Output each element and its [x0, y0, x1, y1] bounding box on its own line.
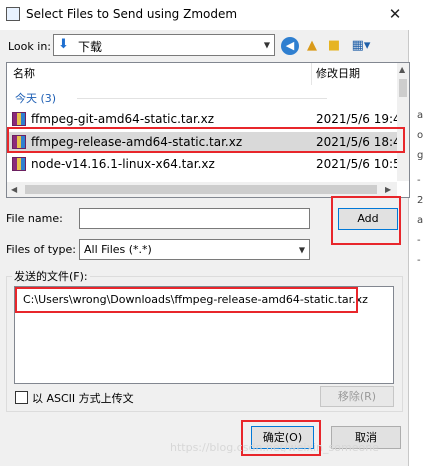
vertical-scroll-thumb[interactable] — [399, 79, 407, 97]
download-arrow-icon: ⬇ — [58, 37, 69, 52]
file-name: ffmpeg-git-amd64-static.tar.xz — [31, 112, 215, 126]
zmodem-dialog: Select Files to Send using Zmodem ✕ Look… — [0, 0, 410, 466]
ascii-checkbox[interactable] — [15, 391, 28, 404]
background-text: a — [417, 110, 424, 121]
background-text: - — [417, 235, 421, 246]
file-date: 2021/5/6 19:4 — [316, 112, 401, 126]
group-divider — [77, 98, 327, 99]
group-header-today[interactable]: 今天 (3) — [15, 90, 56, 106]
file-name-label: File name: — [6, 212, 63, 225]
column-header-name[interactable]: 名称 — [13, 63, 35, 85]
send-file-item[interactable]: C:\Users\wrong\Downloads\ffmpeg-release-… — [23, 293, 368, 306]
file-name: node-v14.16.1-linux-x64.tar.xz — [31, 157, 215, 171]
file-name-input[interactable] — [79, 208, 310, 229]
look-in-label: Look in: — [8, 40, 51, 53]
send-files-title: 发送的文件(F): — [12, 268, 90, 284]
column-header-date[interactable]: 修改日期 — [316, 63, 360, 85]
file-type-label: Files of type: — [6, 243, 77, 256]
chevron-down-icon: ▼ — [298, 245, 305, 254]
close-icon[interactable]: ✕ — [386, 5, 404, 23]
background-text: g — [417, 150, 424, 161]
background-window-strip — [410, 0, 425, 466]
background-text: 2 — [417, 195, 424, 206]
send-files-list[interactable]: C:\Users\wrong\Downloads\ffmpeg-release-… — [14, 286, 394, 384]
file-type-select[interactable]: All Files (*.*) ▼ — [79, 239, 310, 260]
ascii-checkbox-label[interactable]: 以 ASCII 方式上传文 — [32, 390, 134, 406]
archive-icon — [12, 157, 26, 171]
archive-icon — [12, 112, 26, 126]
up-folder-icon[interactable]: ▲ — [303, 37, 321, 55]
remove-button[interactable]: 移除(R) — [320, 386, 394, 407]
column-divider — [311, 63, 312, 85]
app-icon — [6, 7, 20, 21]
new-folder-icon[interactable]: ■ — [325, 37, 343, 55]
file-list[interactable]: 名称 修改日期 今天 (3) ffmpeg-git-amd64-static.t… — [6, 62, 410, 198]
file-name: ffmpeg-release-amd64-static.tar.xz — [31, 135, 243, 149]
look-in-combo[interactable]: ⬇ 下载 ▼ — [53, 34, 275, 56]
file-date: 2021/5/6 10:5 — [316, 157, 401, 171]
watermark: https://blog.csdn.net/weixin_someone — [170, 441, 379, 454]
file-date: 2021/5/6 18:4 — [316, 135, 401, 149]
title-bar[interactable]: Select Files to Send using Zmodem ✕ — [0, 0, 409, 30]
view-menu-icon[interactable]: ▦▾ — [348, 37, 374, 55]
file-row[interactable]: ffmpeg-git-amd64-static.tar.xz 2021/5/6 … — [7, 109, 401, 129]
background-text: a — [417, 215, 424, 226]
background-text: - — [417, 255, 421, 266]
add-button[interactable]: Add — [338, 208, 398, 230]
vertical-scrollbar[interactable]: ▲ — [397, 63, 409, 181]
file-row[interactable]: node-v14.16.1-linux-x64.tar.xz 2021/5/6 … — [7, 154, 401, 174]
scroll-left-icon[interactable]: ◀ — [11, 185, 17, 194]
chevron-down-icon: ▼ — [263, 40, 270, 50]
horizontal-scrollbar[interactable]: ◀ ▶ — [7, 182, 397, 197]
scroll-right-icon[interactable]: ▶ — [385, 185, 391, 194]
background-text: - — [417, 175, 421, 186]
archive-icon — [12, 135, 26, 149]
dialog-title: Select Files to Send using Zmodem — [26, 7, 238, 21]
background-text: o — [417, 130, 424, 141]
scroll-up-icon[interactable]: ▲ — [399, 65, 405, 74]
back-icon[interactable]: ◀ — [281, 37, 299, 55]
file-row-selected[interactable]: ffmpeg-release-amd64-static.tar.xz 2021/… — [7, 132, 401, 152]
horizontal-scroll-thumb[interactable] — [25, 185, 377, 194]
look-in-value: 下载 — [78, 40, 103, 54]
file-type-value: All Files (*.*) — [84, 243, 152, 256]
